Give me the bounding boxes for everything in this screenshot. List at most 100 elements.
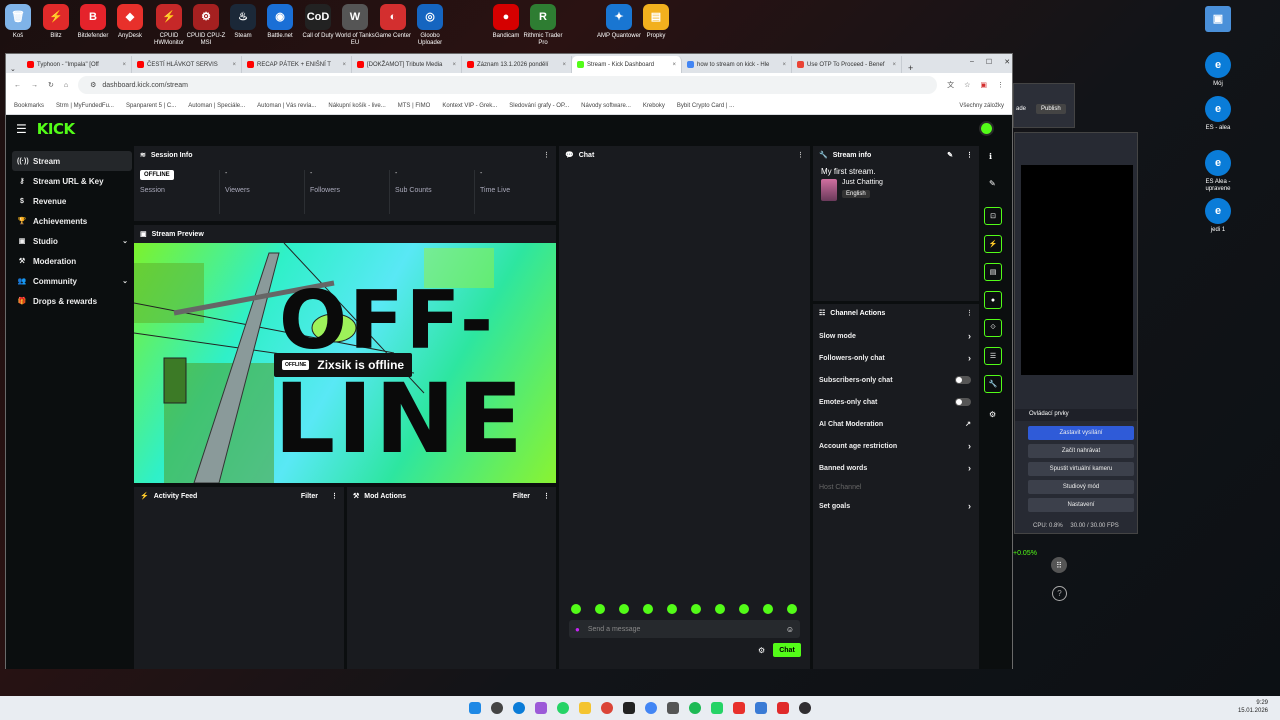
obs-button[interactable]: Zastavit vysílání [1028, 426, 1134, 440]
bookmark-item[interactable]: Bybit Crypto Card | ... [677, 103, 734, 109]
rail-button-stream[interactable]: ⊡ [984, 207, 1002, 225]
toggle-switch[interactable] [955, 398, 971, 406]
more-icon[interactable]: ⋮ [543, 492, 550, 500]
obs-button[interactable]: Začít nahrávat [1028, 444, 1134, 458]
grid-icon[interactable]: ⠿ [1051, 557, 1067, 573]
bookmark-item[interactable]: Bookmarks [14, 103, 44, 109]
emote-icon[interactable] [739, 604, 749, 614]
browser-tab[interactable]: Typhoon - "Impala" [Off × [22, 56, 132, 73]
bookmark-item[interactable]: Všechny záložky [959, 103, 1004, 109]
bookmark-item[interactable]: Sledování grafy - OP... [509, 103, 569, 109]
hamburger-icon[interactable]: ☰ [16, 122, 27, 136]
new-tab-icon[interactable]: + [902, 63, 919, 73]
desktop-icon[interactable]: ▣ [1196, 6, 1240, 35]
whatsapp2-icon[interactable] [711, 702, 723, 714]
menu-icon[interactable]: ⋮ [997, 81, 1004, 89]
toggle-switch[interactable] [955, 376, 971, 384]
vpn-icon[interactable] [755, 702, 767, 714]
file-explorer-icon[interactable] [579, 702, 591, 714]
sidebar-item-stream[interactable]: ((·)) Stream [12, 151, 132, 171]
obs-button[interactable]: Nastavení [1028, 498, 1134, 512]
tab-close-icon[interactable]: × [232, 62, 236, 68]
bookmark-item[interactable]: Kontext VIP - Grek... [442, 103, 497, 109]
help-icon[interactable]: ? [1052, 586, 1067, 601]
rail-button-doc[interactable]: ▤ [984, 263, 1002, 281]
channel-action-slow-mode[interactable]: Slow mode › [813, 325, 979, 347]
publish-button[interactable]: Publish [1036, 104, 1066, 114]
obs-icon[interactable] [799, 702, 811, 714]
browser-tab[interactable]: Stream - Kick Dashboard × [572, 56, 682, 73]
sidebar-item-revenue[interactable]: $ Revenue [12, 191, 132, 211]
reload-icon[interactable]: ↻ [48, 81, 54, 89]
forward-icon[interactable]: → [31, 82, 38, 89]
category-name[interactable]: Just Chatting [842, 179, 883, 186]
obs-button[interactable]: Spustit virtuální kameru [1028, 462, 1134, 476]
clock[interactable]: 9:29 15.01.2026 [1238, 700, 1268, 716]
avatar[interactable] [979, 121, 994, 136]
sidebar-item-moderation[interactable]: ⚒ Moderation [12, 251, 132, 271]
settings-icon[interactable]: ⚙ [758, 646, 765, 655]
bookmark-item[interactable]: Automan | Vás revía... [257, 103, 316, 109]
minimize-icon[interactable]: – [970, 58, 974, 66]
more-icon[interactable]: ⋮ [543, 151, 550, 159]
app-icon[interactable] [667, 702, 679, 714]
sidebar-item-stream-url-key[interactable]: ⚷ Stream URL & Key [12, 171, 132, 191]
browser-tab[interactable]: [DOKŽAMOT] Tribute Media × [352, 56, 462, 73]
kick-logo[interactable]: KICK [37, 120, 75, 138]
desktop-icon[interactable]: ▤ Propky [634, 4, 678, 40]
edit-icon[interactable]: ✎ [947, 151, 953, 159]
desktop-icon[interactable]: e ES - alea [1196, 96, 1240, 132]
spotify-icon[interactable] [689, 702, 701, 714]
sidebar-item-studio[interactable]: ▣ Studio ⌄ [12, 231, 132, 251]
sidebar-item-community[interactable]: 👥 Community ⌄ [12, 271, 132, 291]
desktop-icon[interactable]: ◆ AnyDesk [108, 4, 152, 40]
channel-action-account-age-restriction[interactable]: Account age restriction › [813, 435, 979, 457]
browser-tab[interactable]: Záznam 13.1.2026 pondělí × [462, 56, 572, 73]
emote-icon[interactable] [715, 604, 725, 614]
emote-icon[interactable] [763, 604, 773, 614]
tab-close-icon[interactable]: × [452, 62, 456, 68]
rail-button-wrench[interactable]: 🔧 [984, 375, 1002, 393]
bookmark-item[interactable]: Automan | Speciále... [188, 103, 245, 109]
info-icon[interactable]: ℹ [989, 152, 992, 161]
tab-close-icon[interactable]: × [122, 62, 126, 68]
blitz-icon[interactable] [777, 702, 789, 714]
channel-action-banned-words[interactable]: Banned words › [813, 457, 979, 479]
more-icon[interactable]: ⋮ [966, 151, 973, 159]
channel-action-followers-only-chat[interactable]: Followers-only chat › [813, 347, 979, 369]
chat-send-button[interactable]: Chat [773, 643, 801, 657]
tab-close-icon[interactable]: × [782, 62, 786, 68]
translate-icon[interactable]: 文 [947, 80, 954, 90]
filter-button[interactable]: Filter [301, 493, 318, 500]
more-icon[interactable]: ⋮ [966, 309, 973, 317]
extensions-icon[interactable]: ▣ [980, 81, 987, 89]
site-info-icon[interactable]: ⚙ [90, 81, 96, 89]
channel-action-subscribers-only-chat[interactable]: Subscribers-only chat [813, 369, 979, 391]
rail-button-layout[interactable]: ☰ [984, 347, 1002, 365]
emoji-icon[interactable]: ☺ [786, 625, 794, 634]
stream-preview-image[interactable]: OFF- LINE OFFLINE Zixsik is offline [134, 243, 556, 483]
desktop-icon[interactable]: R Rithmic Trader Pro [521, 4, 565, 47]
browser-tab[interactable]: how to stream on kick - Hle × [682, 56, 792, 73]
more-icon[interactable]: ⋮ [797, 151, 804, 159]
channel-action-ai-chat-moderation[interactable]: AI Chat Moderation ↗ [813, 413, 979, 435]
maximize-icon[interactable]: ☐ [986, 58, 992, 66]
bookmark-item[interactable]: Strm | MyFundedFu... [56, 103, 114, 109]
desktop-icon[interactable]: e jedi 1 [1196, 198, 1240, 234]
bookmark-item[interactable]: Spanparent 5 | C... [126, 103, 176, 109]
start-icon[interactable] [469, 702, 481, 714]
pencil-icon[interactable]: ✎ [989, 179, 996, 188]
rail-button-bolt[interactable]: ⚡ [984, 235, 1002, 253]
rail-button-broadcast[interactable]: ⟐ [984, 319, 1002, 337]
filter-button[interactable]: Filter [513, 493, 530, 500]
star-icon[interactable]: ☆ [964, 81, 970, 89]
desktop-icon[interactable]: e Mój [1196, 52, 1240, 88]
tab-close-icon[interactable]: × [892, 62, 896, 68]
channel-action-host-channel[interactable]: Host Channel [813, 479, 979, 495]
rail-button-chat[interactable]: ● [984, 291, 1002, 309]
sidebar-item-achievements[interactable]: 🏆 Achievements [12, 211, 132, 231]
url-field[interactable]: ⚙ dashboard.kick.com/stream [78, 76, 938, 94]
chrome-icon[interactable] [601, 702, 613, 714]
browser-tab[interactable]: Use OTP To Proceed - Benef × [792, 56, 902, 73]
desktop-icon[interactable]: ◎ Gloobo Uploader [408, 4, 452, 47]
